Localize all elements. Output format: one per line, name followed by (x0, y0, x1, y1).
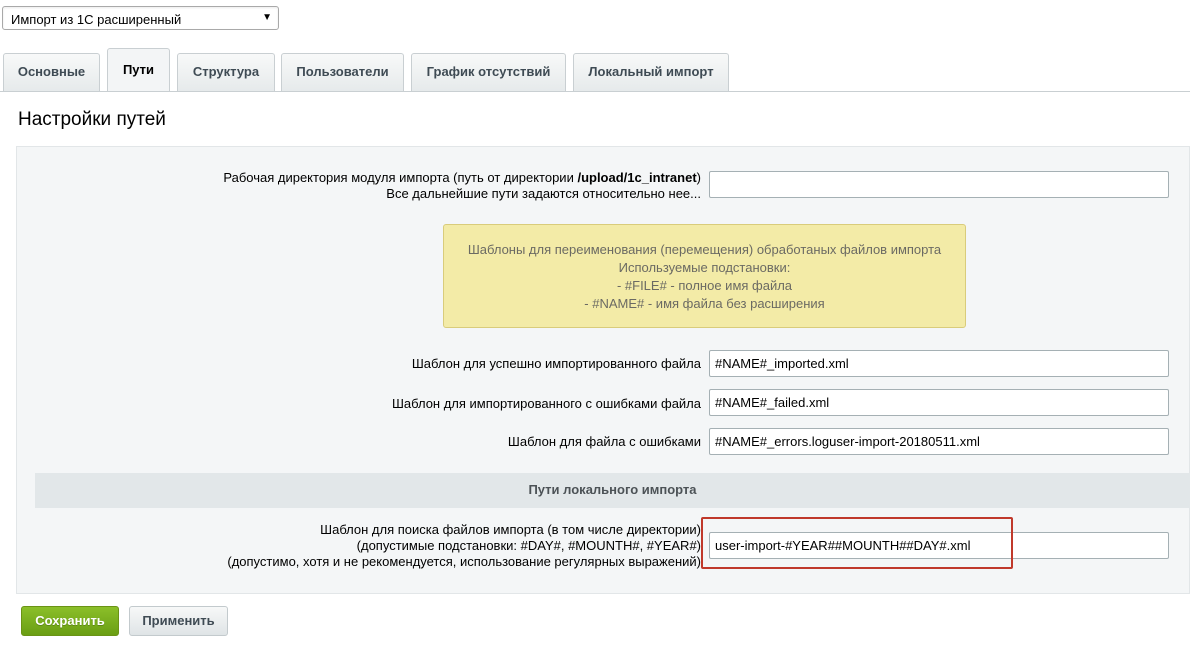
search-template-input[interactable] (709, 532, 1169, 559)
search-template-label-line3: (допустимо, хотя и не рекомендуется, исп… (227, 554, 701, 569)
note-line: Используемые подстановки: (618, 260, 791, 275)
work-dir-label-line1: Рабочая директория модуля импорта (путь … (223, 170, 701, 185)
dropdown-arrow-icon: ▼ (262, 12, 272, 23)
apply-button[interactable]: Применить (129, 606, 228, 636)
tab-structure[interactable]: Структура (177, 53, 275, 91)
errors-template-input[interactable] (709, 428, 1169, 455)
work-dir-input[interactable] (709, 171, 1169, 198)
import-type-select[interactable]: Импорт из 1С расширенный ▼ (2, 6, 279, 30)
failed-template-input[interactable] (709, 389, 1169, 416)
errors-template-label: Шаблон для файла с ошибками (507, 434, 701, 449)
note-line: - #NAME# - имя файла без расширения (584, 296, 825, 311)
save-button[interactable]: Сохранить (21, 606, 119, 636)
search-template-label-line2: (допустимые подстановки: #DAY#, #MOUNTH#… (356, 538, 701, 553)
tab-users[interactable]: Пользователи (281, 53, 404, 91)
local-import-section-header: Пути локального импорта (35, 473, 1190, 508)
tab-local-import[interactable]: Локальный импорт (573, 53, 729, 91)
import-type-select-value: Импорт из 1С расширенный (11, 12, 182, 27)
search-template-label: Шаблон для поиска файлов импорта (в том … (227, 522, 701, 570)
work-dir-label: Рабочая директория модуля импорта (путь … (223, 170, 701, 202)
note-line: Шаблоны для переименования (перемещения)… (467, 242, 942, 257)
rename-templates-note: Шаблоны для переименования (перемещения)… (443, 224, 966, 328)
tab-main[interactable]: Основные (3, 53, 100, 91)
success-template-label: Шаблон для успешно импортированного файл… (411, 356, 701, 371)
note-line: - #FILE# - полное имя файла (616, 278, 793, 293)
failed-template-label: Шаблон для импортированного с ошибками ф… (391, 396, 701, 411)
search-template-label-line1: Шаблон для поиска файлов импорта (в том … (320, 522, 701, 537)
tab-absence-schedule[interactable]: График отсутствий (411, 53, 566, 91)
work-dir-path: /upload/1c_intranet (577, 170, 697, 185)
page-title: Настройки путей (18, 109, 166, 130)
work-dir-label-line2: Все дальнейшие пути задаются относительн… (386, 186, 701, 201)
success-template-input[interactable] (709, 350, 1169, 377)
tabs-bar: Основные Пути Структура Пользователи Гра… (0, 46, 1190, 92)
tab-paths[interactable]: Пути (107, 48, 170, 92)
